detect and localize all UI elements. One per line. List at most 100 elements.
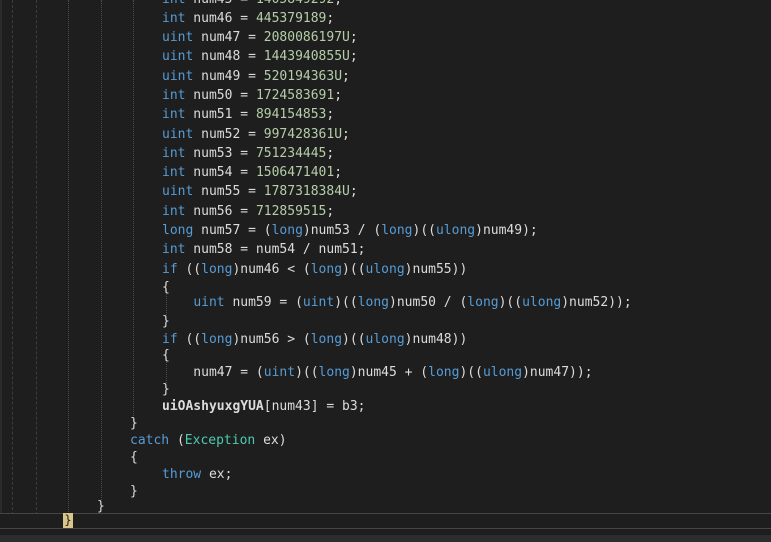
code-token: 520194363U <box>263 69 343 84</box>
code-token: int <box>162 0 185 7</box>
code-line[interactable]: if ((long)num46 < (long)((ulong)num55)) <box>162 260 467 279</box>
code-token: num57 = ( <box>193 223 272 238</box>
code-token: long <box>310 262 343 277</box>
code-token: ; <box>326 146 335 161</box>
code-token: ex) <box>255 433 287 448</box>
code-token: Exception <box>184 433 256 448</box>
code-line[interactable]: int num58 = num54 / num51; <box>162 240 366 259</box>
code-token: } <box>130 484 138 499</box>
code-token: } <box>130 416 138 431</box>
code-token: num56 = <box>185 204 256 219</box>
code-token: { <box>162 348 170 363</box>
code-token: ulong <box>435 223 476 238</box>
code-token: )(( <box>342 262 366 277</box>
code-token: ulong <box>482 365 523 380</box>
code-token: int <box>162 107 186 122</box>
code-line[interactable]: int num56 = 712859515; <box>162 202 334 221</box>
code-line[interactable]: int num53 = 751234445; <box>162 144 334 163</box>
code-token: 997428361U <box>263 127 343 142</box>
code-token: num47 = ( <box>162 365 264 380</box>
code-token: 1405849292 <box>256 0 334 7</box>
code-line[interactable]: uint num48 = 1443940855U; <box>162 47 358 66</box>
code-token: long <box>318 365 350 380</box>
code-token: num51 = <box>185 107 256 122</box>
code-token: ex; <box>201 467 233 482</box>
code-token: ; <box>349 184 358 199</box>
code-token: 894154853 <box>255 107 327 122</box>
code-token: long <box>201 332 233 347</box>
editor-margin <box>0 0 2 520</box>
code-token: num47 = <box>193 30 264 45</box>
code-token: ; <box>349 49 358 64</box>
code-token: 1443940855U <box>263 49 350 64</box>
code-token: { <box>130 450 138 465</box>
matched-brace[interactable]: } <box>63 513 73 528</box>
code-token: num46 = <box>185 11 256 26</box>
code-token: ( <box>169 433 185 448</box>
code-line[interactable]: uiOAshyuxgYUA[num43] = b3; <box>162 397 366 416</box>
code-token: ulong <box>365 332 405 347</box>
code-token: ; <box>349 30 358 45</box>
code-line[interactable]: { <box>130 448 138 467</box>
code-line[interactable]: if ((long)num56 > (long)((ulong)num48)) <box>162 330 467 349</box>
code-token: 751234445 <box>255 146 327 161</box>
code-line[interactable]: uint num52 = 997428361U; <box>162 125 350 144</box>
code-line[interactable]: uint num49 = 520194363U; <box>162 67 350 86</box>
code-token: )num49); <box>475 223 538 238</box>
code-token: num52 = <box>193 127 264 142</box>
code-token: long <box>381 223 413 238</box>
indent-guide <box>101 0 102 500</box>
code-token: 1787318384U <box>263 184 350 199</box>
code-token: [num43] = b3; <box>263 399 366 414</box>
code-line[interactable]: } <box>130 482 138 501</box>
code-token: long <box>467 295 499 310</box>
code-line[interactable]: catch (Exception ex) <box>130 431 287 450</box>
code-token: (( <box>177 262 202 277</box>
code-line[interactable]: } <box>162 312 170 331</box>
code-line[interactable]: uint num47 = 2080086197U; <box>162 28 358 47</box>
code-token: int <box>162 242 186 257</box>
code-line[interactable]: int num45 = 1405849292; <box>162 0 342 9</box>
code-token: num49 = <box>193 69 264 84</box>
code-token: num58 = num54 / num51; <box>185 242 366 257</box>
code-token: )(( <box>295 365 319 380</box>
code-line[interactable]: int num50 = 1724583691; <box>162 86 342 105</box>
code-token: int <box>162 88 186 103</box>
code-token: catch <box>130 433 170 448</box>
code-token: long <box>162 223 194 238</box>
code-token: num53 = <box>185 146 256 161</box>
code-token: int <box>162 204 186 219</box>
code-token: )num46 < ( <box>232 262 311 277</box>
code-token: num54 = <box>185 165 256 180</box>
code-line[interactable]: int num46 = 445379189; <box>162 9 334 28</box>
code-token: uint <box>162 184 194 199</box>
code-token: long <box>357 295 390 310</box>
code-line[interactable]: uint num55 = 1787318384U; <box>162 182 358 201</box>
code-token: )num48)) <box>404 332 468 347</box>
code-token: long <box>428 365 460 380</box>
code-token: )num47)); <box>522 365 593 380</box>
code-token: 445379189 <box>255 11 327 26</box>
code-token: uiOAshyuxgYUA <box>162 399 264 414</box>
code-token: 1506471401 <box>255 165 335 180</box>
code-line[interactable]: throw ex; <box>162 465 232 484</box>
code-token: num50 = <box>185 88 256 103</box>
code-token: if <box>162 262 178 277</box>
code-token: (( <box>177 332 202 347</box>
code-line[interactable]: num47 = (uint)((long)num45 + (long)((ulo… <box>162 363 593 382</box>
code-token: )num56 > ( <box>232 332 311 347</box>
code-line[interactable]: long num57 = (long)num53 / (long)((ulong… <box>162 221 538 240</box>
code-editor[interactable]: int num45 = 1405849292;int num46 = 44537… <box>0 0 771 542</box>
code-token: )(( <box>459 365 483 380</box>
horizontal-scrollbar[interactable] <box>0 535 771 542</box>
code-token: uint <box>162 127 194 142</box>
code-line[interactable]: int num51 = 894154853; <box>162 105 334 124</box>
code-line[interactable]: uint num59 = (uint)((long)num50 / (long)… <box>162 293 631 312</box>
code-token: ; <box>342 127 350 142</box>
code-token: throw <box>162 467 202 482</box>
code-token: long <box>201 262 233 277</box>
code-line[interactable]: int num54 = 1506471401; <box>162 163 342 182</box>
code-token: 1724583691 <box>255 88 335 103</box>
code-token: uint <box>162 69 194 84</box>
